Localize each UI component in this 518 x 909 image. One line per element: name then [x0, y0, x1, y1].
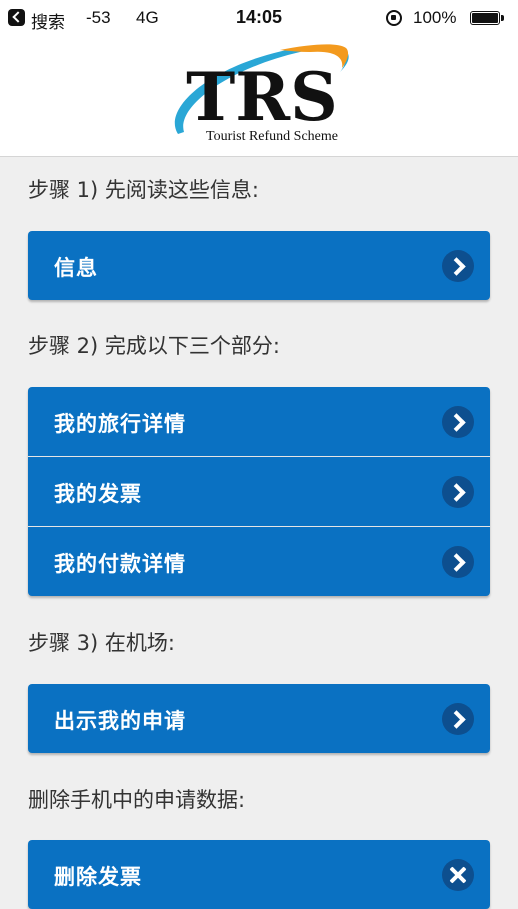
step3-label: 步骤 3) 在机场:	[28, 631, 175, 655]
info-button[interactable]: 信息	[28, 231, 490, 300]
my-travel-details-label: 我的旅行详情	[54, 412, 186, 436]
delete-data-label: 删除手机中的申请数据:	[28, 788, 246, 812]
step1-label: 步骤 1) 先阅读这些信息:	[28, 178, 259, 202]
chevron-right-icon	[442, 250, 474, 282]
status-bar: 搜索 -53 4G 14:05 100%	[0, 0, 518, 36]
show-my-application-button[interactable]: 出示我的申请	[28, 684, 490, 753]
show-my-application-label: 出示我的申请	[54, 709, 186, 733]
my-payment-details-label: 我的付款详情	[54, 552, 186, 576]
close-icon	[442, 859, 474, 891]
chevron-right-icon	[442, 476, 474, 508]
delete-invoices-label: 删除发票	[54, 865, 142, 889]
rotation-lock-icon	[386, 10, 402, 26]
info-button-label: 信息	[54, 256, 98, 280]
chevron-right-icon	[442, 703, 474, 735]
my-travel-details-button[interactable]: 我的旅行详情	[28, 387, 490, 456]
my-invoices-button[interactable]: 我的发票	[28, 456, 490, 526]
trs-logo: TRS Tourist Refund Scheme	[174, 44, 349, 144]
chevron-right-icon	[442, 406, 474, 438]
my-invoices-label: 我的发票	[54, 482, 142, 506]
battery-icon	[470, 11, 504, 25]
my-payment-details-button[interactable]: 我的付款详情	[28, 526, 490, 596]
delete-invoices-button[interactable]: 删除发票	[28, 840, 490, 909]
app-header: TRS Tourist Refund Scheme	[0, 36, 518, 157]
logo-wordmark: TRS	[186, 58, 338, 136]
logo-tagline: Tourist Refund Scheme	[206, 129, 338, 144]
battery-percentage: 100%	[413, 8, 457, 27]
chevron-right-icon	[442, 546, 474, 578]
step2-button-group: 我的旅行详情 我的发票 我的付款详情	[28, 387, 490, 596]
step2-label: 步骤 2) 完成以下三个部分:	[28, 334, 280, 358]
